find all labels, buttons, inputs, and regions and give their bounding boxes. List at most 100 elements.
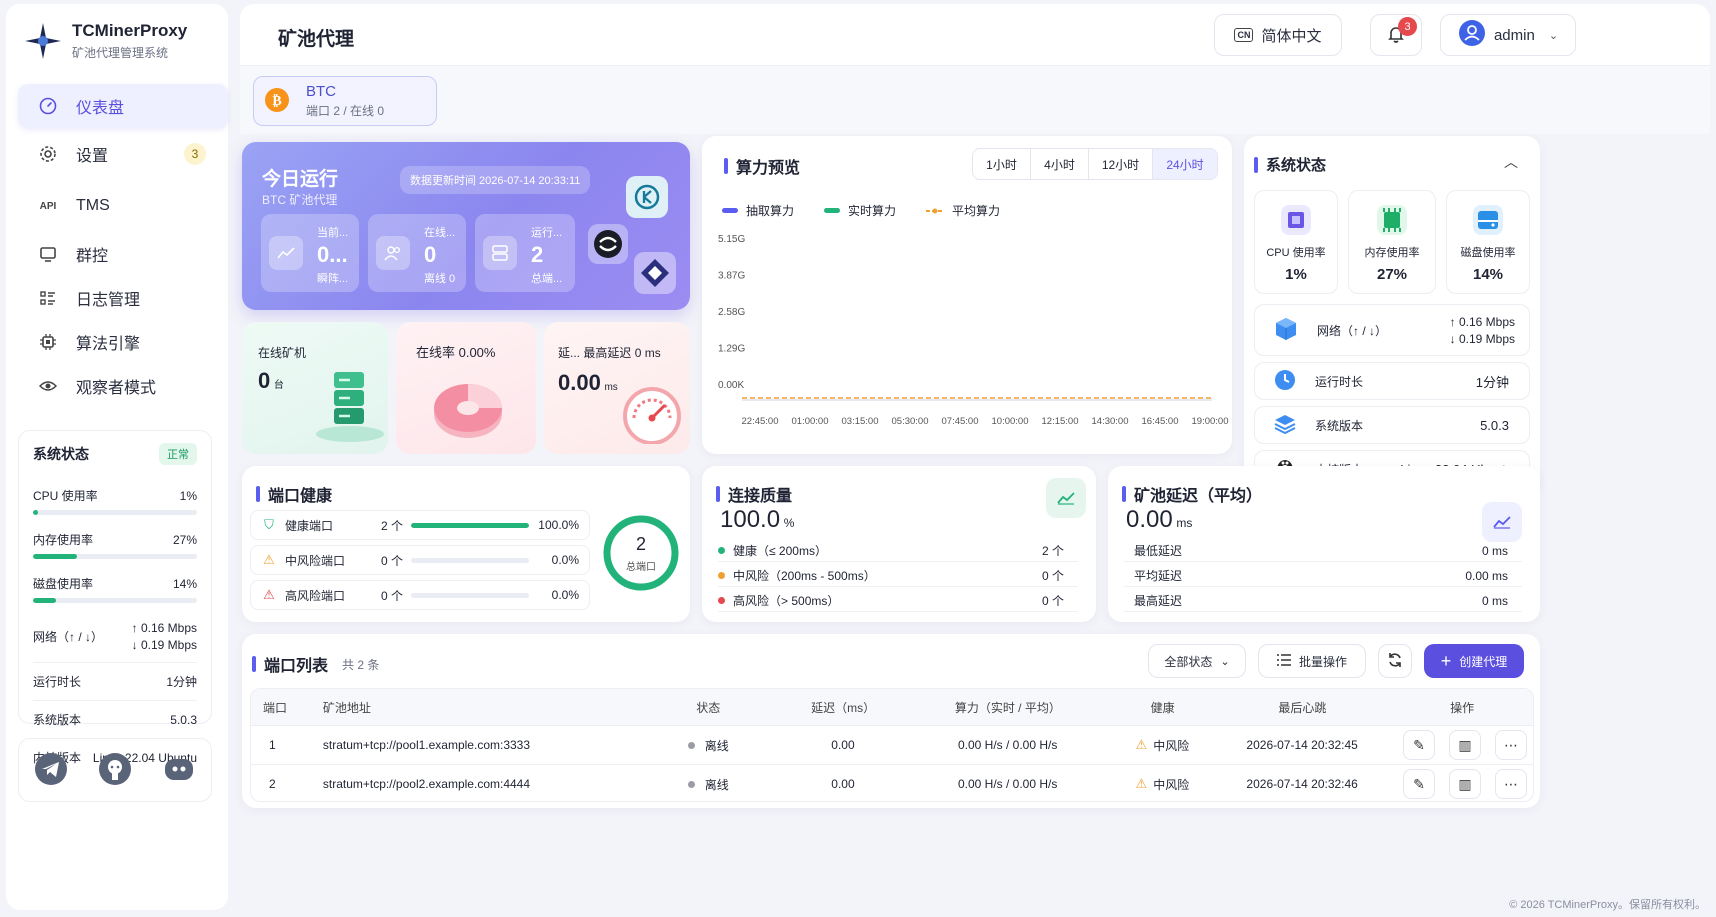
sidebar-item-label: 日志管理 bbox=[76, 292, 141, 309]
table-cell-status: 离线 bbox=[634, 776, 774, 793]
settings-badge: 3 bbox=[184, 143, 206, 165]
network-row: 网络（↑ / ↓） ↑ 0.16 Mbps ↓ 0.19 Mbps bbox=[1254, 304, 1530, 356]
chevron-up-icon[interactable]: ︿ bbox=[1504, 152, 1518, 172]
more-button[interactable]: ⋯ bbox=[1495, 730, 1527, 760]
status-dot bbox=[718, 572, 725, 579]
online-miners-value: 0 bbox=[258, 368, 271, 393]
list-icon bbox=[1276, 653, 1291, 669]
stat-sub: 离线 0 bbox=[424, 273, 456, 285]
notifications-button[interactable]: 3 bbox=[1370, 14, 1422, 56]
sidebar-item-logs[interactable]: 日志管理 bbox=[18, 276, 228, 320]
health-count: 0 个 bbox=[381, 588, 404, 603]
today-title: 今日运行 bbox=[262, 169, 339, 190]
stats-button[interactable]: ▥ bbox=[1449, 769, 1481, 799]
port-list-title: 端口列表 bbox=[252, 652, 328, 676]
chevron-down-icon: ⌄ bbox=[1220, 655, 1230, 668]
column-header: 端口 bbox=[263, 700, 288, 715]
trend-chart-icon[interactable] bbox=[1046, 478, 1086, 518]
latency-value: 0 ms bbox=[1481, 543, 1508, 558]
stat-online: 在线... 0 离线 0 bbox=[368, 214, 466, 292]
health-count: 0 个 bbox=[381, 553, 404, 568]
create-proxy-button[interactable]: + 创建代理 bbox=[1424, 644, 1524, 678]
table-cell-heartbeat: 2026-07-14 20:32:45 bbox=[1213, 738, 1383, 752]
cell-text: 中风险 bbox=[1153, 777, 1190, 792]
stat-value: 0... bbox=[317, 242, 348, 267]
batch-button[interactable]: 批量操作 bbox=[1258, 644, 1366, 678]
more-icon: ⋯ bbox=[1504, 736, 1518, 753]
language-select[interactable]: CN 简体中文 bbox=[1214, 14, 1342, 56]
legend-label: 平均算力 bbox=[952, 204, 1001, 218]
user-menu[interactable]: admin ⌄ bbox=[1440, 14, 1576, 56]
sidebar-item-dashboard[interactable]: 仪表盘 bbox=[18, 84, 228, 128]
stat-label: 当前... bbox=[317, 227, 349, 239]
conn-row: 健康（≤ 200ms） 2 个 bbox=[718, 540, 1078, 562]
system-status-title-text: 系统状态 bbox=[1266, 157, 1327, 174]
sidebar-item-group-control[interactable]: 群控 bbox=[18, 232, 228, 276]
x-tick-label: 07:45:00 bbox=[942, 416, 979, 427]
cell-text: 2026-07-14 20:32:45 bbox=[1246, 738, 1358, 752]
refresh-button[interactable] bbox=[1378, 644, 1412, 678]
range-24h[interactable]: 24小时 bbox=[1153, 149, 1217, 179]
port-list-card: 端口列表 共 2 条 全部状态 ⌄ 批量操作 + 创建代理 端口 矿池地址 状态 延迟… bbox=[242, 634, 1540, 808]
sidebar-item-tms[interactable]: API TMS bbox=[18, 184, 228, 228]
github-icon[interactable] bbox=[98, 752, 132, 789]
latency-max: 最高延迟 0 ms bbox=[583, 346, 661, 360]
sidebar: TCMinerProxy 矿池代理管理系统 仪表盘 设置 3 API TMS 群… bbox=[6, 4, 228, 910]
discord-icon[interactable] bbox=[162, 752, 196, 789]
status-badge: 正常 bbox=[159, 443, 197, 465]
coin-tab-btc[interactable]: ₿ BTC 端口 2 / 在线 0 bbox=[253, 76, 437, 126]
network-down: ↓ 0.19 Mbps bbox=[1449, 331, 1515, 346]
disk-tile-value: 14% bbox=[1472, 266, 1504, 283]
edit-button[interactable]: ✎ bbox=[1403, 730, 1435, 760]
more-button[interactable]: ⋯ bbox=[1495, 769, 1527, 799]
language-label: 简体中文 bbox=[1261, 27, 1322, 45]
x-tick-label: 22:45:00 bbox=[742, 416, 779, 427]
cell-text: 0.00 H/s / 0.00 H/s bbox=[957, 777, 1058, 791]
status-filter-label: 全部状态 bbox=[1164, 654, 1213, 669]
x-tick-label: 10:00:00 bbox=[992, 416, 1029, 427]
conn-count: 2 个 bbox=[1041, 544, 1064, 558]
y-tick-label: 2.58G bbox=[718, 307, 745, 318]
total-ports-value: 2 bbox=[635, 534, 646, 554]
range-12h[interactable]: 12小时 bbox=[1089, 149, 1153, 179]
brand[interactable]: TCMinerProxy 矿池代理管理系统 bbox=[24, 18, 187, 64]
edit-button[interactable]: ✎ bbox=[1403, 769, 1435, 799]
table-row[interactable]: 1 stratum+tcp://pool1.example.com:3333 离线 0… bbox=[251, 725, 1533, 764]
range-4h[interactable]: 4小时 bbox=[1031, 149, 1089, 179]
health-pct: 0.0% bbox=[551, 553, 579, 567]
range-1h[interactable]: 1小时 bbox=[973, 149, 1031, 179]
hashrate-chart: 5.15G 3.87G 2.58G 1.29G 0.00K 22:45:00 01:00:0… bbox=[718, 234, 1228, 427]
stat-value: 0 bbox=[424, 242, 437, 267]
sidebar-item-observer[interactable]: 观察者模式 bbox=[18, 364, 228, 408]
sidebar-item-settings[interactable]: 设置 3 bbox=[18, 132, 228, 176]
legend-label: 实时算力 bbox=[848, 204, 897, 218]
conn-label: 健康（≤ 200ms） bbox=[733, 544, 827, 558]
disk-value: 14% bbox=[172, 576, 197, 591]
hashrate-title-text: 算力预览 bbox=[736, 160, 801, 177]
column-header: 操作 bbox=[1450, 700, 1475, 715]
total-ports-label: 总端口 bbox=[626, 562, 656, 573]
pool-latency-value: 0.00 bbox=[1126, 506, 1173, 533]
version-value: 5.0.3 bbox=[1480, 417, 1509, 433]
edit-icon: ✎ bbox=[1413, 736, 1425, 753]
y-tick-label: 0.00K bbox=[718, 380, 744, 391]
column-header: 矿池地址 bbox=[322, 700, 371, 715]
top-header: 矿池代理 CN 简体中文 3 admin ⌄ bbox=[240, 4, 1710, 66]
status-filter[interactable]: 全部状态 ⌄ bbox=[1148, 644, 1246, 678]
stats-button[interactable]: ▥ bbox=[1449, 730, 1481, 760]
coin-name: BTC bbox=[306, 83, 336, 100]
health-bar bbox=[411, 592, 529, 598]
range-tabs: 1小时 4小时 12小时 24小时 bbox=[972, 148, 1218, 180]
online-miners-label: 在线矿机 bbox=[258, 346, 307, 360]
port-table: 端口 矿池地址 状态 延迟（ms） 算力（实时 / 平均） 健康 最后心跳 操作 1 strat… bbox=[250, 688, 1534, 802]
warning-icon: ⚠ bbox=[1135, 776, 1148, 791]
table-row[interactable]: 2 stratum+tcp://pool2.example.com:4444 离线 0… bbox=[251, 764, 1533, 801]
sidebar-item-algorithm[interactable]: 算法引擎 bbox=[18, 320, 228, 364]
chip-icon bbox=[38, 332, 58, 352]
offline-dot bbox=[687, 780, 695, 788]
telegram-icon[interactable] bbox=[34, 752, 68, 789]
gear-icon bbox=[38, 144, 58, 164]
trend-chart-icon[interactable] bbox=[1482, 502, 1522, 542]
stat-value: 2 bbox=[531, 242, 544, 267]
update-time: 数据更新时间 2026-07-14 20:33:11 bbox=[400, 166, 591, 194]
